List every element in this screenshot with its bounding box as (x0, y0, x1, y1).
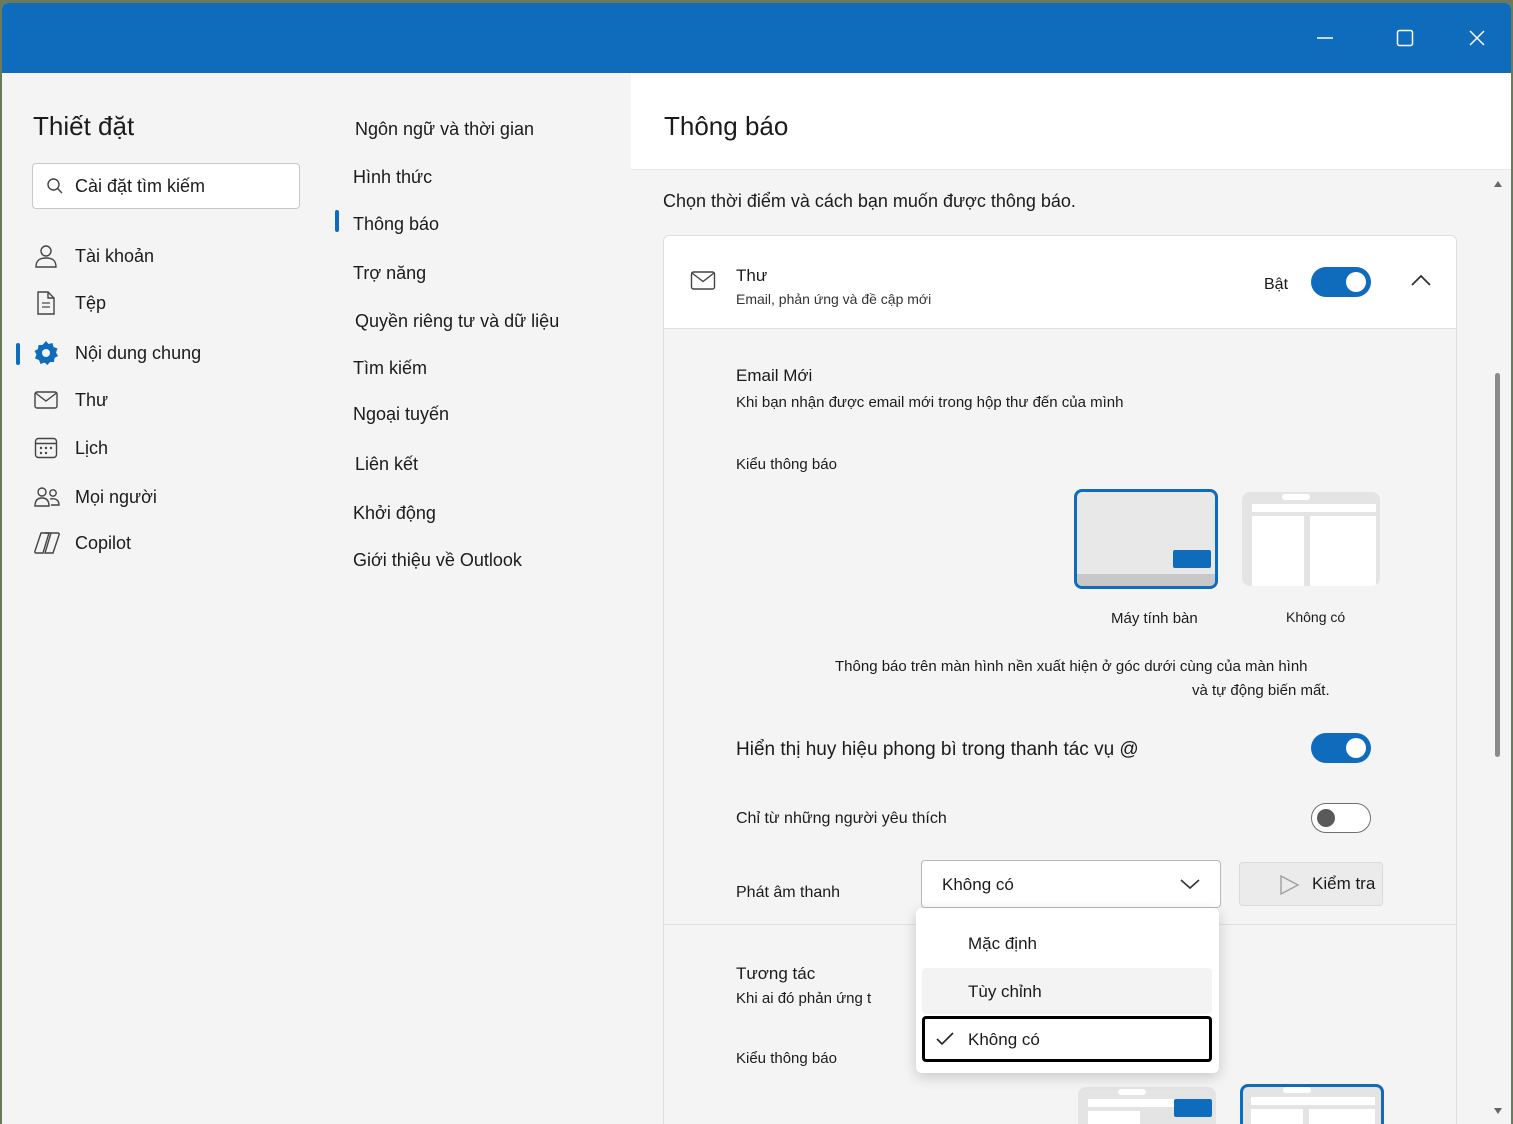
settings-window: Thiết đặt Tài khoản Tệp Nội dung chung T… (2, 3, 1511, 1124)
checkmark-icon (936, 1032, 954, 1046)
copilot-icon (34, 532, 60, 554)
badge-setting-label: Hiển thị huy hiệu phong bì trong thanh t… (736, 739, 1139, 760)
sound-option-default[interactable]: Mặc định (922, 920, 1212, 966)
chevron-down-icon (1180, 879, 1200, 890)
nav-item-calendar[interactable]: Lịch (16, 428, 316, 468)
settings-subnav: Ngôn ngữ và thời gian Hình thức Thông bá… (331, 73, 631, 1124)
subnav-item-notifications[interactable]: Thông báo (353, 208, 439, 240)
people-icon (34, 487, 60, 507)
subnav-item-accessibility[interactable]: Trợ năng (353, 257, 426, 289)
desktop-help-line2: và tự động biến mất. (1192, 682, 1330, 699)
mail-icon (690, 271, 716, 290)
favorites-setting-label: Chỉ từ những người yêu thích (736, 810, 947, 827)
calendar-icon (34, 437, 58, 459)
scroll-down-icon[interactable] (1494, 1108, 1502, 1114)
nav-item-files[interactable]: Tệp (16, 283, 316, 323)
subnav-item-language[interactable]: Ngôn ngữ và thời gian (355, 113, 534, 145)
sound-options-menu: Mặc định Tùy chỉnh Không có (916, 908, 1219, 1073)
close-button[interactable] (1441, 3, 1511, 73)
reactions-desktop-option[interactable] (1078, 1087, 1216, 1124)
subnav-item-startup[interactable]: Khởi động (353, 497, 436, 529)
nav-item-label: Nội dung chung (75, 342, 202, 363)
sound-option-label: Không có (968, 1030, 1040, 1049)
chevron-up-icon[interactable] (1410, 272, 1432, 288)
desktop-help-line1: Thông báo trên màn hình nền xuất hiện ở … (835, 658, 1308, 675)
subnav-item-appearance[interactable]: Hình thức (353, 161, 432, 193)
sound-option-label: Tùy chỉnh (968, 982, 1042, 1001)
reactions-none-option[interactable] (1240, 1084, 1384, 1124)
nav-item-label: Tài khoản (75, 245, 155, 266)
minimize-icon (1317, 37, 1333, 39)
nav-item-label: Tệp (75, 292, 107, 313)
subnav-item-privacy[interactable]: Quyền riêng tư và dữ liệu (355, 305, 559, 337)
maximize-button[interactable] (1369, 3, 1441, 73)
nav-item-label: Mọi người (75, 486, 157, 507)
test-sound-label: Kiểm tra (1312, 874, 1376, 893)
panel-header: Thông báo (631, 73, 1511, 170)
nav-item-label: Thư (75, 389, 109, 410)
sound-dropdown[interactable]: Không có (921, 860, 1221, 908)
new-email-title: Email Mới (736, 366, 813, 385)
mail-card-subtitle: Email, phản ứng và đề cập mới (736, 291, 932, 307)
nav-item-general[interactable]: Nội dung chung (16, 333, 316, 373)
reactions-description: Khi ai đó phản ứng t (736, 990, 872, 1007)
subnav-item-about[interactable]: Giới thiệu về Outlook (353, 544, 522, 576)
nav-item-copilot[interactable]: Copilot (16, 523, 316, 563)
badge-toggle[interactable] (1311, 733, 1371, 763)
test-sound-button[interactable]: Kiểm tra (1239, 862, 1383, 906)
title-bar (2, 3, 1511, 73)
none-option-label: Không có (1286, 609, 1346, 625)
gear-icon (34, 341, 58, 365)
nav-item-label: Copilot (75, 532, 132, 553)
settings-title: Thiết đặt (33, 111, 135, 141)
nav-item-account[interactable]: Tài khoản (16, 236, 316, 276)
sound-dropdown-value: Không có (942, 875, 1014, 894)
desktop-option-label: Máy tính bàn (1111, 610, 1198, 627)
subnav-item-links[interactable]: Liên kết (355, 448, 418, 480)
intro-text: Chọn thời điểm và cách bạn muốn được thô… (663, 191, 1076, 211)
document-icon (37, 291, 55, 315)
maximize-icon (1396, 29, 1414, 47)
notification-type-label: Kiểu thông báo (736, 456, 837, 473)
nav-item-mail[interactable]: Thư (16, 380, 316, 420)
settings-nav: Thiết đặt Tài khoản Tệp Nội dung chung T… (2, 73, 331, 1124)
close-icon (1469, 30, 1485, 46)
nav-item-label: Lịch (75, 437, 109, 458)
favorites-toggle[interactable] (1311, 803, 1371, 833)
mail-notifications-toggle[interactable] (1311, 267, 1371, 297)
subnav-item-offline[interactable]: Ngoại tuyến (353, 398, 449, 430)
subnav-item-search[interactable]: Tìm kiếm (353, 352, 427, 384)
mail-toggle-state: Bật (1264, 276, 1289, 293)
scroll-up-icon[interactable] (1494, 181, 1502, 187)
reactions-title: Tương tác (736, 964, 816, 983)
nav-item-people[interactable]: Mọi người (16, 477, 316, 517)
search-icon (47, 178, 63, 194)
sound-option-none[interactable]: Không có (922, 1016, 1212, 1062)
scrollbar-thumb[interactable] (1495, 373, 1500, 757)
reactions-type-label: Kiểu thông báo (736, 1050, 837, 1067)
mail-card-header[interactable]: Thư Email, phản ứng và đề cập mới Bật (664, 236, 1456, 329)
desktop-option[interactable] (1074, 489, 1218, 589)
content-scrollbar[interactable] (1490, 173, 1506, 1123)
selected-indicator (335, 210, 339, 232)
new-email-description: Khi bạn nhận được email mới trong hộp th… (736, 394, 1124, 411)
sound-option-custom[interactable]: Tùy chỉnh (922, 968, 1212, 1014)
page-title: Thông báo (664, 111, 789, 141)
sound-option-label: Mặc định (968, 934, 1037, 953)
search-input[interactable] (75, 164, 285, 208)
mail-card-title: Thư (736, 266, 768, 285)
sound-label: Phát âm thanh (736, 884, 841, 901)
minimize-button[interactable] (1289, 3, 1361, 73)
search-box[interactable] (32, 163, 300, 209)
none-option[interactable] (1242, 492, 1380, 586)
mail-icon (34, 391, 58, 409)
play-icon (1280, 874, 1300, 896)
person-icon (35, 245, 57, 268)
selected-indicator (16, 343, 20, 365)
